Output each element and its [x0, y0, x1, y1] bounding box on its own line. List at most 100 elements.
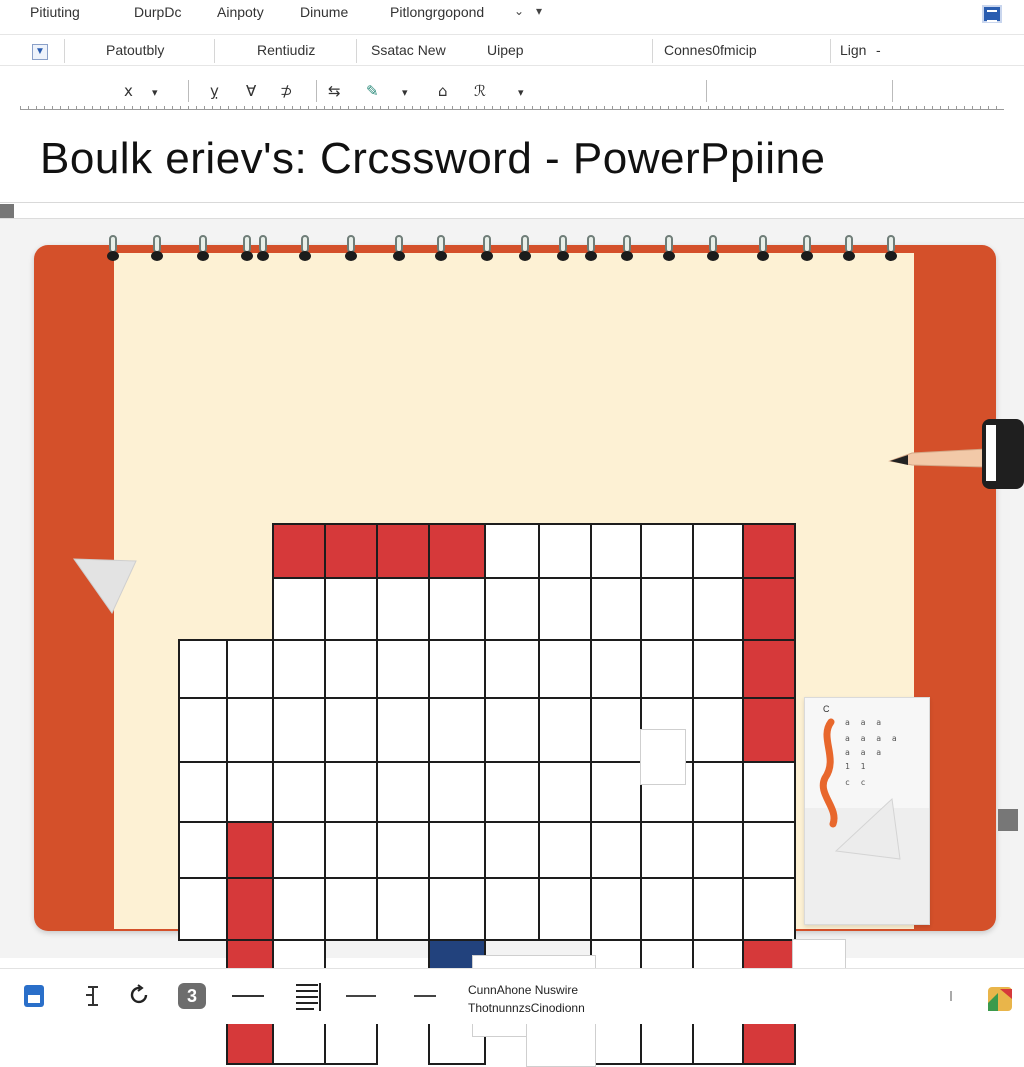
crossword-cell[interactable]: [272, 639, 326, 699]
crossword-cell[interactable]: [178, 639, 228, 699]
crossword-cell[interactable]: [484, 577, 540, 641]
scroll-handle[interactable]: [998, 809, 1018, 831]
chevron-down-icon[interactable]: -: [876, 42, 881, 58]
menu-item-ainpoty[interactable]: Ainpoty: [217, 4, 264, 20]
crossword-cell[interactable]: [692, 877, 744, 941]
crossword-cell[interactable]: [692, 697, 744, 763]
crossword-cell[interactable]: [428, 639, 486, 699]
crossword-cell[interactable]: [742, 821, 796, 879]
crossword-cell[interactable]: [226, 761, 274, 823]
crossword-cell[interactable]: [742, 877, 796, 941]
crossword-cell[interactable]: [538, 877, 592, 941]
chevron-down-icon[interactable]: ▾: [518, 86, 524, 99]
crossword-cell[interactable]: [428, 821, 486, 879]
shape-icon[interactable]: ⇆: [328, 82, 341, 100]
crossword-cell[interactable]: [272, 877, 326, 941]
crossword-cell[interactable]: [742, 697, 796, 763]
crossword-cell[interactable]: [376, 639, 430, 699]
text-cursor-icon[interactable]: [82, 983, 104, 1009]
format-icon[interactable]: ⊅: [280, 82, 293, 100]
crossword-cell[interactable]: [324, 523, 378, 579]
crossword-cell[interactable]: [484, 639, 540, 699]
crossword-cell[interactable]: [376, 877, 430, 941]
ruler[interactable]: [20, 104, 1004, 110]
crossword-cell[interactable]: [272, 821, 326, 879]
crossword-cell[interactable]: [324, 639, 378, 699]
crossword-cell[interactable]: [484, 523, 540, 579]
crossword-cell[interactable]: [640, 577, 694, 641]
crossword-cell[interactable]: [538, 639, 592, 699]
resize-grip-icon[interactable]: [950, 991, 960, 1001]
frame-icon[interactable]: ⌂: [438, 82, 448, 100]
chevron-down-icon[interactable]: ▾: [402, 86, 408, 99]
crossword-cell[interactable]: [324, 821, 378, 879]
close-x-icon[interactable]: x: [124, 82, 133, 100]
ribbon-item-uipep[interactable]: Uipep: [487, 42, 524, 58]
menu-item-pitlongrgopond[interactable]: Pitlongrgopond: [390, 4, 484, 20]
crossword-cell[interactable]: [226, 821, 274, 879]
crossword-cell[interactable]: [590, 639, 642, 699]
crossword-cell[interactable]: [590, 821, 642, 879]
save-icon[interactable]: [22, 983, 46, 1009]
crossword-cell[interactable]: [742, 577, 796, 641]
pointer-icon[interactable]: ℛ: [474, 82, 486, 100]
crossword-cell[interactable]: [428, 523, 486, 579]
crossword-cell[interactable]: [376, 821, 430, 879]
crossword-cell[interactable]: [538, 577, 592, 641]
chevron-down-icon[interactable]: ▾: [152, 86, 158, 99]
format-icon[interactable]: ỵ: [210, 82, 219, 100]
crossword-cell[interactable]: [742, 761, 796, 823]
ribbon-item-connes[interactable]: Connes0fmicip: [664, 42, 757, 58]
crossword-cell[interactable]: [226, 639, 274, 699]
slide-canvas[interactable]: C a a a a a a a a a a 1 1 c c: [0, 218, 1024, 1067]
crossword-cell[interactable]: [640, 877, 694, 941]
crossword-cell[interactable]: [178, 821, 228, 879]
ribbon-item-lign[interactable]: Lign: [840, 42, 866, 58]
crossword-cell[interactable]: [538, 697, 592, 763]
crossword-cell[interactable]: [226, 877, 274, 941]
crossword-cell[interactable]: [742, 639, 796, 699]
crossword-cell[interactable]: [692, 523, 744, 579]
crossword-tile[interactable]: [640, 729, 686, 785]
crossword-cell[interactable]: [324, 697, 378, 763]
crossword-cell[interactable]: [272, 577, 326, 641]
crossword-cell[interactable]: [538, 821, 592, 879]
crossword-cell[interactable]: [324, 761, 378, 823]
crossword-cell[interactable]: [178, 697, 228, 763]
menu-item-dinume[interactable]: Dinume: [300, 4, 348, 20]
chevron-down-icon[interactable]: ⌄: [514, 4, 524, 18]
app-switcher-icon[interactable]: [986, 985, 1014, 1013]
refresh-icon[interactable]: [128, 983, 152, 1009]
crossword-cell[interactable]: [376, 577, 430, 641]
scroll-handle[interactable]: [0, 204, 14, 218]
crossword-cell[interactable]: [590, 761, 642, 823]
crossword-cell[interactable]: [692, 761, 744, 823]
chevron-down-icon[interactable]: ▾: [536, 4, 542, 18]
crossword-cell[interactable]: [178, 761, 228, 823]
crossword-cell[interactable]: [484, 697, 540, 763]
crossword-cell[interactable]: [178, 877, 228, 941]
crossword-cell[interactable]: [692, 577, 744, 641]
document-lines-icon[interactable]: [294, 981, 324, 1013]
crossword-cell[interactable]: [226, 697, 274, 763]
ribbon-item-patoutbly[interactable]: Patoutbly: [106, 42, 164, 58]
crossword-cell[interactable]: [324, 577, 378, 641]
crossword-cell[interactable]: [538, 761, 592, 823]
crossword-cell[interactable]: [590, 697, 642, 763]
crossword-cell[interactable]: [428, 697, 486, 763]
crossword-cell[interactable]: [590, 577, 642, 641]
ribbon-item-rentiudiz[interactable]: Rentiudiz: [257, 42, 315, 58]
ribbon-item-ssatac-new[interactable]: Ssatac New: [371, 42, 446, 58]
crossword-cell[interactable]: [272, 761, 326, 823]
crossword-cell[interactable]: [376, 697, 430, 763]
crossword-cell[interactable]: [538, 523, 592, 579]
crossword-cell[interactable]: [272, 523, 326, 579]
crossword-cell[interactable]: [324, 877, 378, 941]
crossword-cell[interactable]: [484, 821, 540, 879]
crossword-cell[interactable]: [376, 761, 430, 823]
crossword-cell[interactable]: [692, 639, 744, 699]
crossword-cell[interactable]: [742, 523, 796, 579]
pen-icon[interactable]: ✎: [366, 82, 379, 100]
crossword-cell[interactable]: [640, 523, 694, 579]
page-number-badge[interactable]: 3: [178, 983, 206, 1009]
